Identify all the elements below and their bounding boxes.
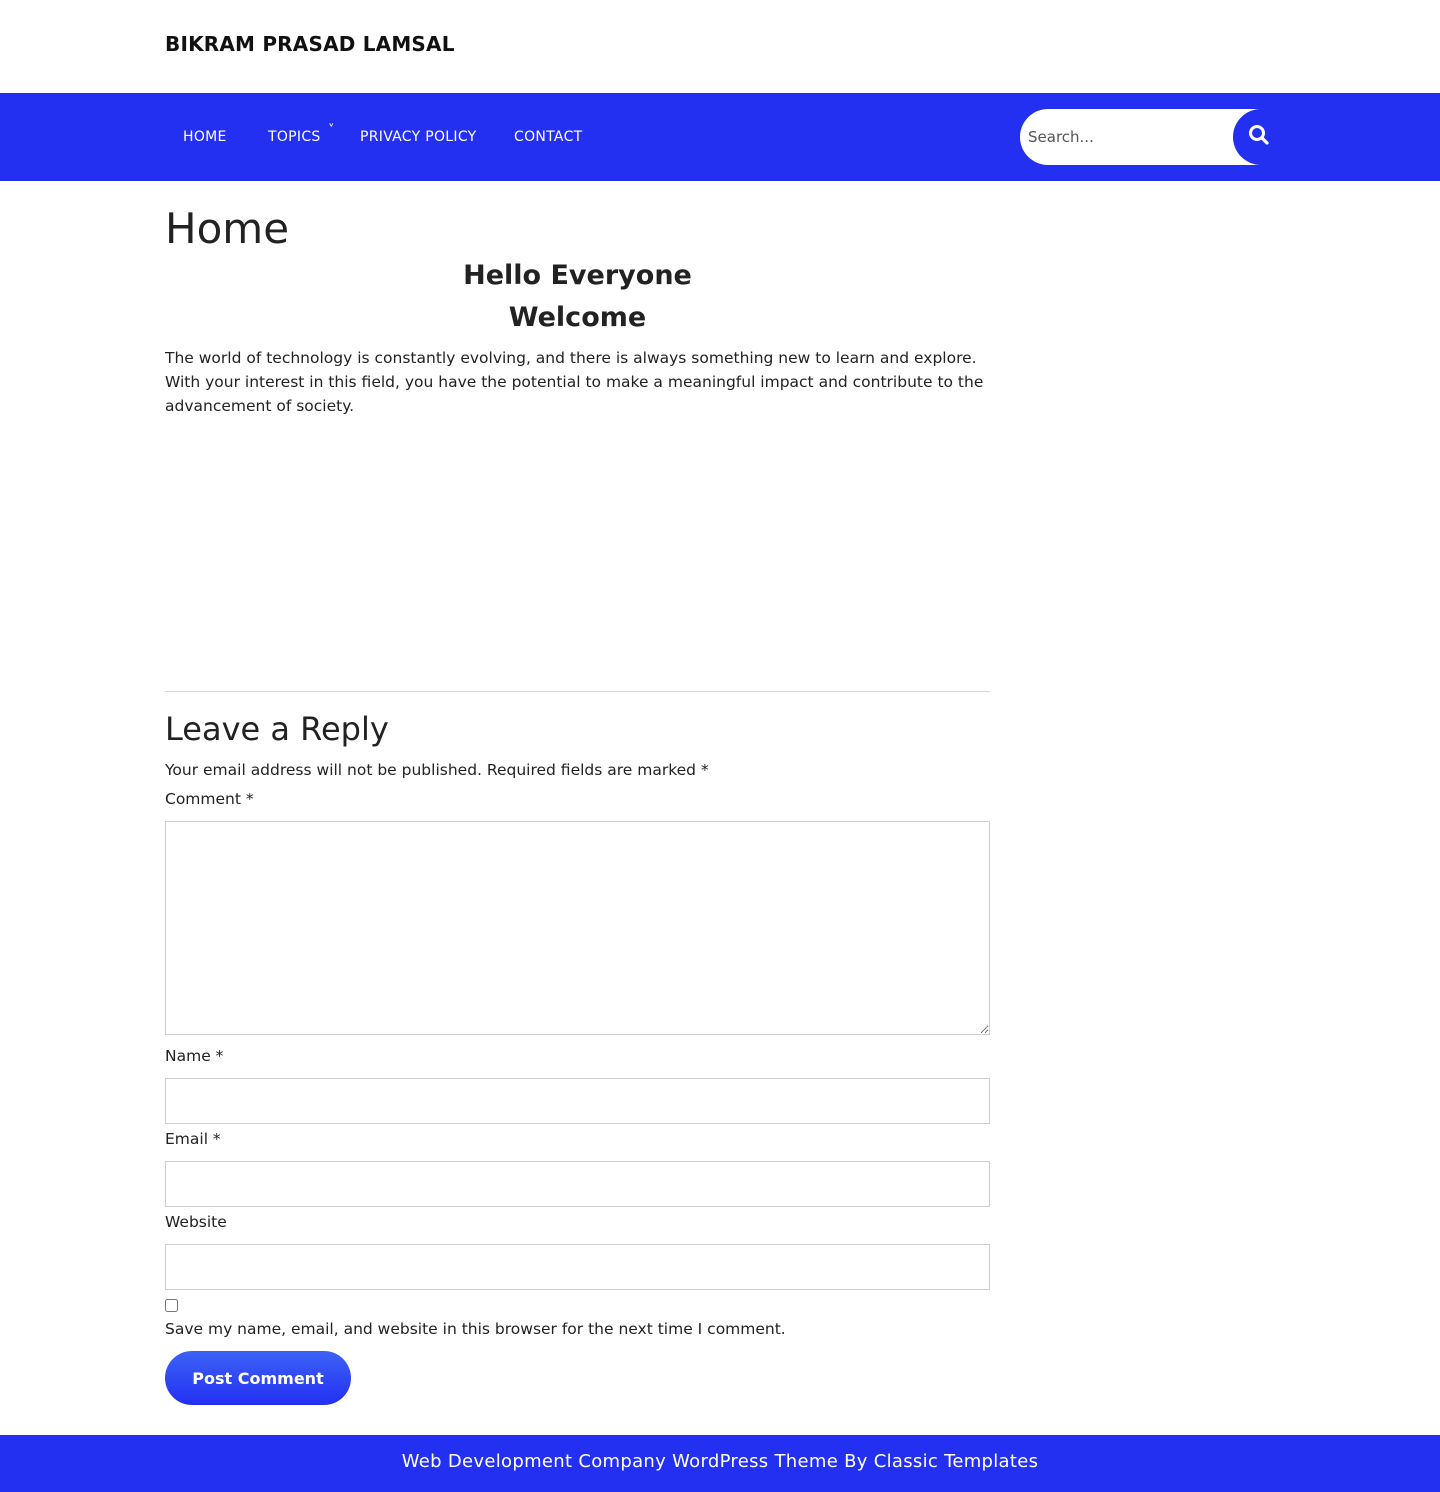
- nav-item-home[interactable]: HOME: [183, 129, 227, 145]
- save-info-checkbox[interactable]: [165, 1299, 178, 1312]
- page-title: Home: [165, 204, 290, 253]
- nav-item-privacy-policy[interactable]: PRIVACY POLICY: [360, 129, 477, 145]
- reply-title: Leave a Reply: [165, 710, 389, 748]
- post-comment-button[interactable]: Post Comment: [165, 1351, 351, 1405]
- nav-item-topics[interactable]: TOPICS: [268, 129, 321, 145]
- intro-paragraph: The world of technology is constantly ev…: [165, 349, 984, 415]
- search-form: [1020, 109, 1290, 165]
- footer-credit-link[interactable]: Web Development Company WordPress Theme …: [0, 1451, 1440, 1472]
- heading-welcome: Welcome: [508, 302, 647, 333]
- main-navigation: HOME TOPICS ˅ PRIVACY POLICY CONTACT: [0, 93, 1440, 181]
- website-label: Website: [165, 1213, 227, 1231]
- search-icon: [1249, 125, 1269, 145]
- email-label: Email *: [165, 1130, 221, 1148]
- comment-label: Comment *: [165, 790, 254, 808]
- name-label: Name *: [165, 1047, 224, 1065]
- website-field[interactable]: [165, 1244, 990, 1290]
- site-footer: Web Development Company WordPress Theme …: [0, 1435, 1440, 1492]
- search-button[interactable]: [1233, 109, 1290, 165]
- email-field[interactable]: [165, 1161, 990, 1207]
- chevron-down-icon[interactable]: ˅: [328, 123, 335, 138]
- divider: [165, 691, 990, 692]
- comment-textarea[interactable]: [165, 821, 990, 1035]
- heading-hello: Hello Everyone: [463, 260, 692, 291]
- name-field[interactable]: [165, 1078, 990, 1124]
- comment-notes: Your email address will not be published…: [165, 761, 709, 779]
- save-info-label[interactable]: Save my name, email, and website in this…: [165, 1320, 786, 1338]
- site-title[interactable]: BIKRAM PRASAD LAMSAL: [165, 32, 455, 56]
- site-header: BIKRAM PRASAD LAMSAL: [0, 0, 1440, 93]
- search-input[interactable]: [1020, 109, 1260, 165]
- nav-item-contact[interactable]: CONTACT: [514, 129, 583, 145]
